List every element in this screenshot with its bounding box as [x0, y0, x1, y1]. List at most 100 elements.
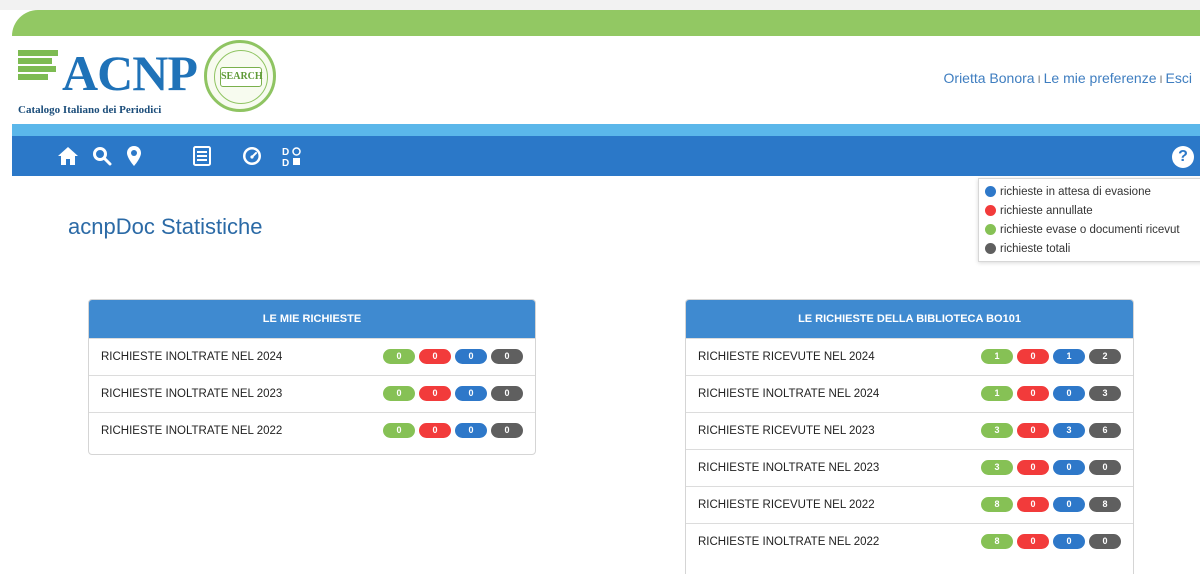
legend-item-cancelled: richieste annullate	[985, 201, 1200, 220]
red-dot-icon	[985, 205, 996, 216]
fulfilled-count-badge[interactable]: 0	[383, 349, 415, 364]
legend-label: richieste annullate	[1000, 204, 1093, 217]
cancelled-count-badge[interactable]: 0	[1017, 349, 1049, 364]
count-pills: 3 0 0 0	[981, 460, 1121, 475]
green-header-bar	[12, 10, 1200, 36]
count-pills: 8 0 0 0	[981, 534, 1121, 549]
table-row: RICHIESTE RICEVUTE NEL 2022 8 0 0 8	[686, 486, 1133, 523]
total-count-badge[interactable]: 0	[1089, 460, 1121, 475]
logo-subtitle: Catalogo Italiano dei Periodici	[18, 104, 162, 116]
count-pills: 0 0 0 0	[383, 386, 523, 401]
row-label: RICHIESTE INOLTRATE NEL 2024	[698, 388, 880, 400]
legend-box: richieste in attesa di evasione richiest…	[978, 178, 1200, 262]
pending-count-badge[interactable]: 3	[1053, 423, 1085, 438]
legend-item-total: richieste totali	[985, 239, 1200, 258]
table-row: RICHIESTE INOLTRATE NEL 2023 3 0 0 0	[686, 449, 1133, 486]
legend-item-pending: richieste in attesa di evasione	[985, 182, 1200, 201]
cancelled-count-badge[interactable]: 0	[419, 386, 451, 401]
preferences-link[interactable]: Le mie preferenze	[1044, 70, 1157, 86]
fulfilled-count-badge[interactable]: 1	[981, 349, 1013, 364]
catalogo-seal-icon: SEARCH	[204, 40, 276, 112]
green-dot-icon	[985, 224, 996, 235]
help-button[interactable]: ?	[1172, 146, 1194, 168]
total-count-badge[interactable]: 2	[1089, 349, 1121, 364]
separator: I	[1159, 74, 1163, 86]
logo-stack-icon	[18, 50, 58, 82]
fulfilled-count-badge[interactable]: 3	[981, 460, 1013, 475]
total-count-badge[interactable]: 3	[1089, 386, 1121, 401]
legend-label: richieste in attesa di evasione	[1000, 185, 1151, 198]
row-label: RICHIESTE RICEVUTE NEL 2024	[698, 351, 875, 363]
cancelled-count-badge[interactable]: 0	[1017, 497, 1049, 512]
table-row: RICHIESTE INOLTRATE NEL 2022 0 0 0 0	[89, 412, 535, 449]
total-count-badge[interactable]: 0	[491, 349, 523, 364]
pending-count-badge[interactable]: 0	[455, 349, 487, 364]
table-row: RICHIESTE INOLTRATE NEL 2024 0 0 0 0	[89, 338, 535, 375]
count-pills: 3 0 3 6	[981, 423, 1121, 438]
location-pin-icon[interactable]	[120, 142, 148, 170]
logo-word: ACNP	[62, 45, 198, 101]
svg-text:D: D	[282, 158, 289, 167]
dodo-icon[interactable]: DD	[278, 142, 306, 170]
panel-title: LE MIE RICHIESTE	[89, 300, 535, 338]
fulfilled-count-badge[interactable]: 3	[981, 423, 1013, 438]
count-pills: 8 0 0 8	[981, 497, 1121, 512]
cancelled-count-badge[interactable]: 0	[1017, 534, 1049, 549]
list-icon[interactable]	[188, 142, 216, 170]
count-pills: 0 0 0 0	[383, 423, 523, 438]
user-links: Orietta Bonora I Le mie preferenze I Esci	[944, 70, 1192, 86]
main-nav-bar: DD ?	[12, 136, 1200, 176]
fulfilled-count-badge[interactable]: 0	[383, 423, 415, 438]
count-pills: 0 0 0 0	[383, 349, 523, 364]
count-pills: 1 0 1 2	[981, 349, 1121, 364]
total-count-badge[interactable]: 0	[491, 386, 523, 401]
pending-count-badge[interactable]: 0	[1053, 497, 1085, 512]
light-blue-bar	[12, 124, 1200, 136]
pending-count-badge[interactable]: 0	[455, 423, 487, 438]
total-count-badge[interactable]: 0	[1089, 534, 1121, 549]
total-count-badge[interactable]: 8	[1089, 497, 1121, 512]
gray-dot-icon	[985, 243, 996, 254]
blue-dot-icon	[985, 186, 996, 197]
table-row: RICHIESTE RICEVUTE NEL 2024 1 0 1 2	[686, 338, 1133, 375]
row-label: RICHIESTE RICEVUTE NEL 2023	[698, 425, 875, 437]
cancelled-count-badge[interactable]: 0	[1017, 423, 1049, 438]
fulfilled-count-badge[interactable]: 8	[981, 534, 1013, 549]
pending-count-badge[interactable]: 0	[455, 386, 487, 401]
my-requests-panel: LE MIE RICHIESTE RICHIESTE INOLTRATE NEL…	[88, 299, 536, 455]
cancelled-count-badge[interactable]: 0	[419, 349, 451, 364]
user-name-link[interactable]: Orietta Bonora	[944, 70, 1035, 86]
seal-search-text: SEARCH	[220, 67, 263, 87]
panel-title: LE RICHIESTE DELLA BIBLIOTECA BO101	[686, 300, 1133, 338]
table-row: RICHIESTE INOLTRATE NEL 2023 0 0 0 0	[89, 375, 535, 412]
cancelled-count-badge[interactable]: 0	[419, 423, 451, 438]
page-title: acnpDoc Statistiche	[68, 214, 263, 239]
top-strip	[0, 0, 1200, 10]
table-row: RICHIESTE INOLTRATE NEL 2022 8 0 0 0	[686, 523, 1133, 560]
acnp-logo[interactable]: ACNP Catalogo Italiano dei Periodici SEA…	[14, 40, 276, 124]
pending-count-badge[interactable]: 0	[1053, 534, 1085, 549]
pending-count-badge[interactable]: 0	[1053, 460, 1085, 475]
row-label: RICHIESTE INOLTRATE NEL 2024	[101, 351, 283, 363]
pending-count-badge[interactable]: 1	[1053, 349, 1085, 364]
total-count-badge[interactable]: 0	[491, 423, 523, 438]
svg-text:D: D	[282, 147, 289, 158]
fulfilled-count-badge[interactable]: 8	[981, 497, 1013, 512]
cancelled-count-badge[interactable]: 0	[1017, 460, 1049, 475]
pending-count-badge[interactable]: 0	[1053, 386, 1085, 401]
row-label: RICHIESTE INOLTRATE NEL 2022	[698, 536, 880, 548]
row-label: RICHIESTE INOLTRATE NEL 2022	[101, 425, 283, 437]
table-row: RICHIESTE INOLTRATE NEL 2024 1 0 0 3	[686, 375, 1133, 412]
logout-link[interactable]: Esci	[1166, 70, 1192, 86]
home-icon[interactable]	[54, 142, 82, 170]
search-icon[interactable]	[88, 142, 116, 170]
dashboard-icon[interactable]	[238, 142, 266, 170]
fulfilled-count-badge[interactable]: 1	[981, 386, 1013, 401]
legend-item-fulfilled: richieste evase o documenti ricevut	[985, 220, 1200, 239]
legend-label: richieste evase o documenti ricevut	[1000, 223, 1180, 236]
cancelled-count-badge[interactable]: 0	[1017, 386, 1049, 401]
total-count-badge[interactable]: 6	[1089, 423, 1121, 438]
fulfilled-count-badge[interactable]: 0	[383, 386, 415, 401]
row-label: RICHIESTE RICEVUTE NEL 2022	[698, 499, 875, 511]
legend-label: richieste totali	[1000, 242, 1071, 255]
